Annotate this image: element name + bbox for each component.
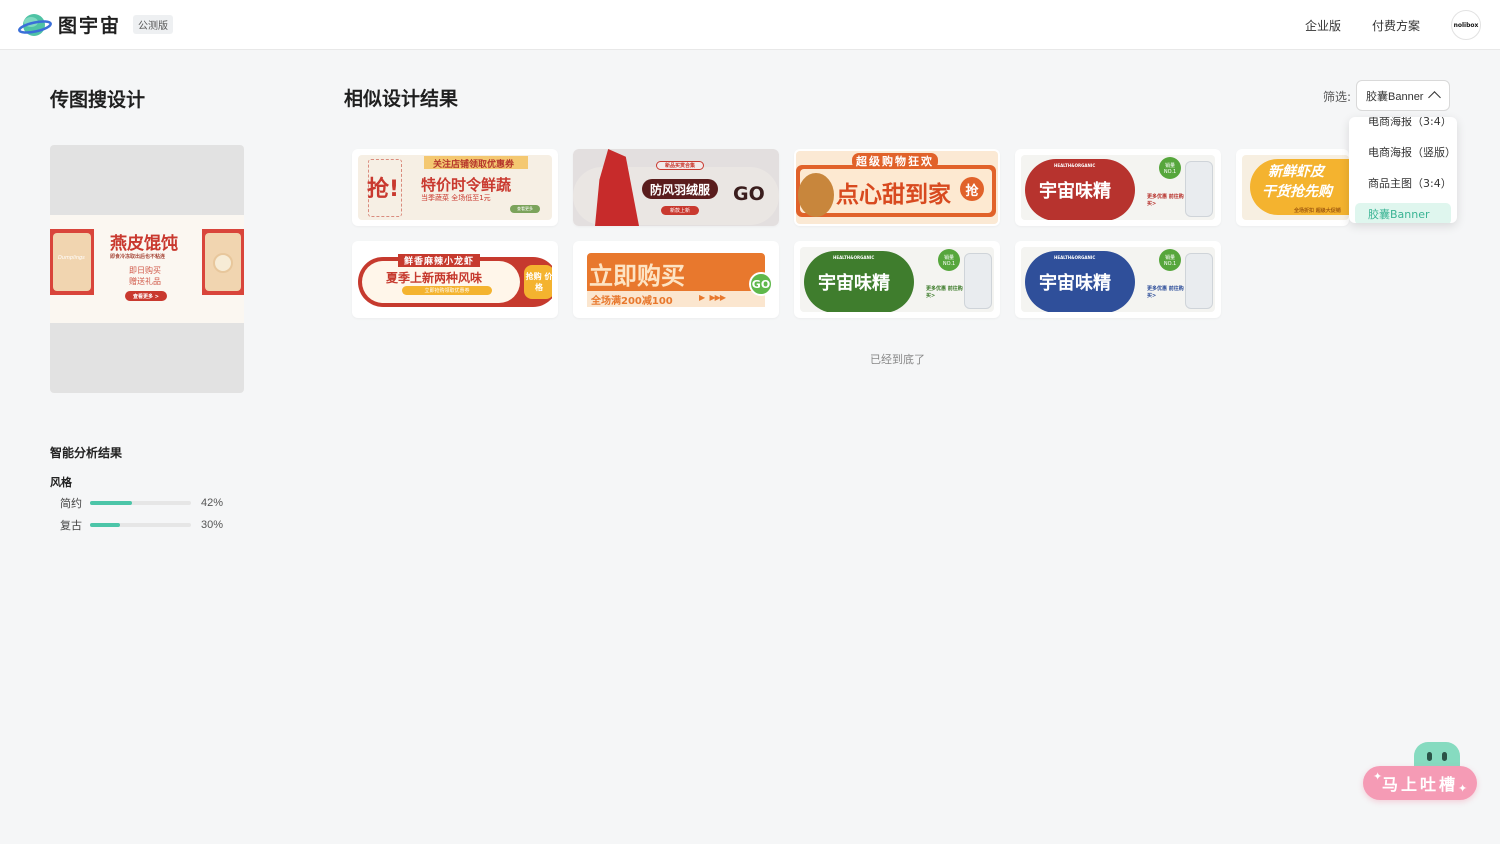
stat-name: 简约: [60, 497, 82, 510]
filter-label: 筛选:: [1323, 90, 1352, 104]
chevron-up-icon: [1428, 91, 1441, 104]
result-card[interactable]: 新品买赏合集 防风羽绒服 新款上新 GO: [573, 149, 779, 226]
dropdown-option[interactable]: 商品主图（3:4）: [1355, 172, 1452, 194]
result-card[interactable]: 抢! 关注店铺领取优惠券 特价时令鲜蔬 当季蔬菜 全场低至1元 查看更多: [352, 149, 558, 226]
side-label: Dumplings: [58, 255, 85, 261]
banner-line2: 赠送礼品: [129, 277, 161, 286]
card-text: 销量 NO.1: [1159, 157, 1181, 179]
result-card[interactable]: 鲜香麻辣小龙虾 夏季上新两种风味 立即抢购领取优惠券 抢购 价格: [352, 241, 558, 318]
stat-name: 复古: [60, 519, 82, 532]
card-text: 防风羽绒服: [642, 179, 718, 199]
stat-value: 30%: [201, 519, 224, 531]
result-card[interactable]: HEALTH&ORGANIC 宇宙味精 销量 NO.1 更多优惠 前往购买>: [1015, 241, 1221, 318]
dumpling-plate: [213, 253, 233, 273]
end-of-results-note: 已经到底了: [870, 353, 925, 366]
banner-title: 燕皮馄饨: [110, 234, 178, 254]
stat-bar-fill: [90, 523, 121, 527]
card-text: HEALTH&ORGANIC: [1054, 255, 1096, 260]
style-stat-row: 简约 42%: [60, 496, 240, 510]
similar-results-title: 相似设计结果: [344, 88, 459, 110]
uploaded-image-preview[interactable]: Dumplings 燕皮馄饨 即食冷冻取出后也不粘连 即日购买 赠送礼品 查看更…: [50, 145, 244, 393]
result-card[interactable]: HEALTH&ORGANIC 宇宙味精 销量 NO.1 更多优惠 前往购买>: [794, 241, 1000, 318]
card-text: 更多优惠 前往购买>: [926, 286, 963, 299]
card-text: 宇宙味精: [818, 273, 890, 294]
card-text: 新品买赏合集: [656, 161, 704, 170]
dumpling-tray-left: [53, 233, 91, 291]
arrows-icon: ▶ ▶▶▶: [699, 293, 726, 302]
upload-search-title: 传图搜设计: [50, 89, 146, 111]
logo[interactable]: 图宇宙 公测版: [18, 11, 174, 38]
card-text: 宇宙味精: [1039, 181, 1111, 202]
stat-bar-fill: [90, 501, 133, 505]
analysis-title: 智能分析结果: [50, 446, 123, 460]
user-avatar[interactable]: nolibox: [1451, 10, 1481, 40]
card-text: 宇宙味精: [1039, 273, 1111, 294]
card-text: 抢购 价格: [524, 265, 552, 299]
card-text: GO: [749, 272, 773, 296]
card-text: 全场满200减100: [591, 296, 673, 307]
dropdown-option[interactable]: 电商海报（3:4）: [1355, 117, 1452, 132]
card-text: 销量 NO.1: [938, 249, 960, 271]
card-text: 立即抢购领取优惠券: [402, 286, 492, 295]
dropdown-option[interactable]: 电商海报（竖版）: [1355, 141, 1456, 163]
uploaded-banner-image: Dumplings 燕皮馄饨 即食冷冻取出后也不粘连 即日购买 赠送礼品 查看更…: [50, 215, 244, 323]
result-card[interactable]: HEALTH&ORGANIC 宇宙味精 销量 NO.1 更多优惠 前往购买>: [1015, 149, 1221, 226]
stat-value: 42%: [201, 497, 224, 509]
result-card[interactable]: 立即购买 全场满200减100 ▶ ▶▶▶ GO: [573, 241, 779, 318]
banner-more-button: 查看更多 >: [125, 291, 167, 301]
card-text: 立即购买: [589, 262, 685, 290]
card-text: GO: [733, 183, 765, 205]
style-label: 风格: [50, 476, 72, 489]
stat-bar-track: [90, 523, 191, 527]
card-text: 夏季上新两种风味: [386, 271, 483, 285]
card-text: 鲜香麻辣小龙虾: [398, 254, 481, 267]
top-header: 图宇宙 公测版 企业版 付费方案 nolibox: [0, 0, 1500, 50]
feedback-button[interactable]: 马上吐槽 ✦ ✦: [1363, 742, 1477, 802]
card-text: 销量 NO.1: [1159, 249, 1181, 271]
jar-image: [1185, 161, 1213, 217]
card-text: 特价时令鲜蔬: [421, 176, 512, 194]
planet-logo-icon: [18, 12, 52, 38]
card-text: HEALTH&ORGANIC: [833, 255, 875, 260]
banner-line1: 即日购买: [129, 266, 161, 275]
card-text: 抢!: [367, 177, 400, 202]
logo-text: 图宇宙: [58, 15, 122, 37]
nav-pricing[interactable]: 付费方案: [1372, 17, 1420, 34]
result-card[interactable]: 新鲜虾皮 干货抢先购 全场折扣 超级大促销: [1236, 149, 1349, 226]
card-text: 全场折扣 超级大促销: [1294, 208, 1341, 214]
jar-image: [964, 253, 992, 309]
nav-enterprise[interactable]: 企业版: [1305, 17, 1341, 34]
jar-image: [1185, 253, 1213, 309]
beta-badge: 公测版: [133, 15, 174, 34]
dropdown-option-selected[interactable]: 胶囊Banner: [1355, 203, 1451, 223]
banner-subtitle: 即食冷冻取出后也不粘连: [110, 254, 166, 260]
card-text: 点心甜到家: [836, 182, 951, 208]
card-text: 干货抢先购: [1262, 184, 1332, 200]
filter-select[interactable]: 胶囊Banner: [1356, 80, 1450, 111]
card-text: 新款上新: [661, 206, 699, 215]
card-text: 关注店铺领取优惠券: [433, 160, 515, 170]
card-text: 当季蔬菜 全场低至1元: [421, 194, 491, 202]
filter-select-value: 胶囊Banner: [1366, 90, 1424, 103]
card-text: 更多优惠 前往购买>: [1147, 194, 1184, 207]
sparkle-icon: ✦: [1373, 770, 1383, 783]
pastry-image: [798, 173, 834, 217]
stat-bar-track: [90, 501, 191, 505]
card-text: 超级购物狂欢: [852, 153, 938, 169]
card-text: 更多优惠 前往购买>: [1147, 286, 1184, 299]
result-card[interactable]: 超级购物狂欢 点心甜到家 抢: [794, 149, 1000, 226]
card-text: 抢: [960, 177, 984, 201]
filter-dropdown-menu: 电商海报（3:4） 电商海报（竖版） 商品主图（3:4） 胶囊Banner: [1349, 117, 1457, 223]
sparkle-icon: ✦: [1458, 782, 1468, 795]
card-text: 新鲜虾皮: [1268, 164, 1324, 180]
card-button: 查看更多: [510, 205, 540, 213]
card-text: HEALTH&ORGANIC: [1054, 163, 1096, 168]
style-stat-row: 复古 30%: [60, 518, 240, 532]
